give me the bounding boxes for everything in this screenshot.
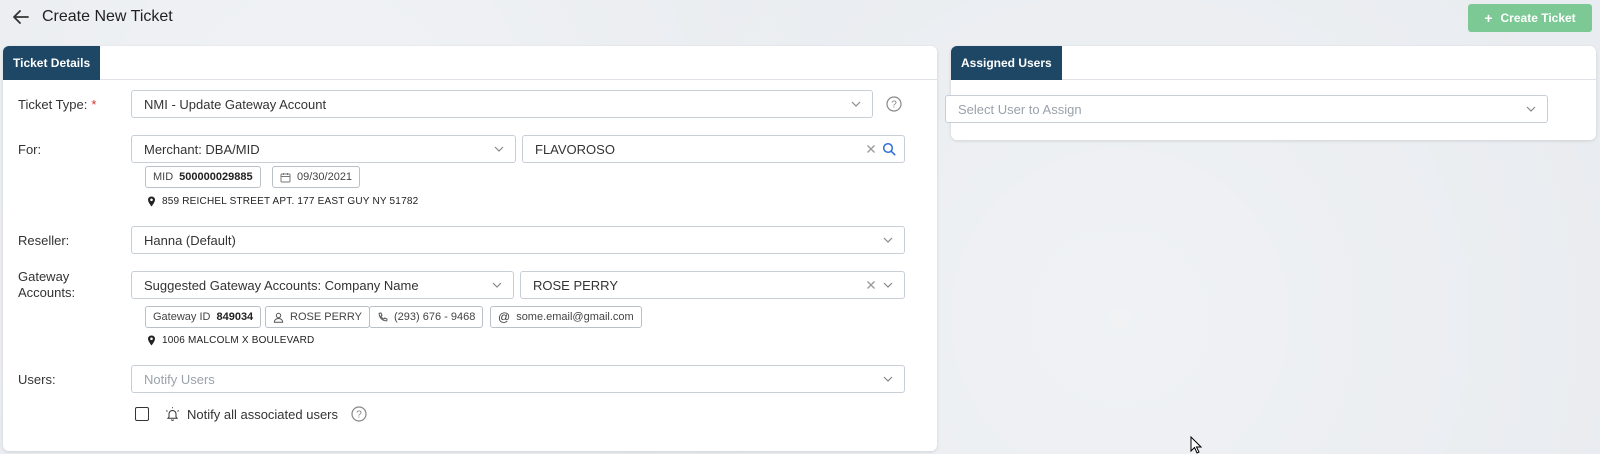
assign-user-placeholder: Select User to Assign <box>958 101 1082 117</box>
ticket-type-select[interactable]: NMI - Update Gateway Account <box>131 90 873 118</box>
clear-icon[interactable] <box>866 280 876 290</box>
for-type-select[interactable]: Merchant: DBA/MID <box>131 135 516 163</box>
back-arrow-icon[interactable] <box>10 6 32 28</box>
phone-icon <box>378 311 388 321</box>
gateway-accounts-label: Gateway Accounts: <box>18 269 75 301</box>
mid-badge: MID 500000029885 <box>145 166 261 188</box>
mouse-cursor-icon <box>1190 436 1202 454</box>
date-badge: 09/30/2021 <box>272 166 361 188</box>
merchant-address: 859 REICHEL STREET APT. 177 EAST GUY NY … <box>147 196 418 207</box>
gateway-accounts-label-line2: Accounts: <box>18 285 76 300</box>
gateway-id-prefix: Gateway ID <box>153 311 211 323</box>
calendar-icon <box>280 172 291 182</box>
phone-badge: (293) 676 - 9468 <box>369 306 484 328</box>
at-icon: @ <box>498 310 511 324</box>
chevron-down-icon <box>851 101 861 107</box>
gateway-accounts-label-line1: Gateway <box>18 269 70 284</box>
notify-all-checkbox[interactable] <box>135 407 149 421</box>
top-bar: Create New Ticket + Create Ticket <box>0 0 1600 36</box>
merchant-search-value: FLAVOROSO <box>535 141 615 157</box>
gateway-account-value: ROSE PERRY <box>533 277 619 293</box>
svg-text:?: ? <box>356 410 362 421</box>
phone-value: (293) 676 - 9468 <box>394 311 476 323</box>
email-badge: @ some.email@gmail.com <box>490 306 642 328</box>
search-icon[interactable] <box>882 142 896 156</box>
chevron-down-icon <box>883 282 893 288</box>
required-mark: * <box>91 97 97 112</box>
gateway-id-badge: Gateway ID 849034 <box>145 306 262 328</box>
mid-value: 500000029885 <box>179 171 253 183</box>
create-ticket-label: Create Ticket <box>1500 11 1576 25</box>
chevron-down-icon <box>883 237 893 243</box>
chevron-down-icon <box>883 376 893 382</box>
page-title: Create New Ticket <box>42 8 173 25</box>
gateway-id-value: 849034 <box>216 311 254 323</box>
reseller-select[interactable]: Hanna (Default) <box>131 226 905 254</box>
gateway-address-text: 1006 MALCOLM X BOULEVARD <box>162 335 315 346</box>
plus-icon: + <box>1484 10 1493 26</box>
notify-users-select[interactable]: Notify Users <box>131 365 905 393</box>
ticket-type-label-text: Ticket Type: <box>18 97 88 112</box>
help-icon[interactable]: ? <box>886 96 902 112</box>
email-value: some.email@gmail.com <box>516 311 634 323</box>
help-icon[interactable]: ? <box>351 406 367 422</box>
gateway-suggestion-select[interactable]: Suggested Gateway Accounts: Company Name <box>131 271 514 299</box>
date-value: 09/30/2021 <box>297 171 353 183</box>
ticket-type-label: Ticket Type: * <box>18 97 96 113</box>
tab-ticket-details[interactable]: Ticket Details <box>3 46 101 80</box>
map-pin-icon <box>148 335 155 346</box>
assigned-users-card: Assigned Users Select User to Assign <box>945 46 1596 140</box>
notify-all-text: Notify all associated users <box>187 406 339 422</box>
user-icon <box>273 312 284 323</box>
for-label: For: <box>18 142 42 157</box>
chevron-down-icon <box>1526 106 1536 112</box>
clear-icon[interactable] <box>866 144 876 154</box>
assign-user-select[interactable]: Select User to Assign <box>945 95 1548 123</box>
gateway-address: 1006 MALCOLM X BOULEVARD <box>147 335 314 346</box>
notify-users-placeholder: Notify Users <box>144 371 215 387</box>
bell-icon <box>165 406 180 421</box>
map-pin-icon <box>148 196 155 207</box>
gateway-suggestion-value: Suggested Gateway Accounts: Company Name <box>144 277 419 293</box>
mid-prefix: MID <box>153 171 174 183</box>
gateway-account-select[interactable]: ROSE PERRY <box>520 271 905 299</box>
for-type-value: Merchant: DBA/MID <box>144 141 260 157</box>
ticket-details-card: Ticket Details Ticket Type: * NMI - Updat… <box>3 46 937 451</box>
notify-all-label: Notify all associated users ? <box>165 406 367 422</box>
merchant-address-text: 859 REICHEL STREET APT. 177 EAST GUY NY … <box>162 196 419 207</box>
contact-name-badge: ROSE PERRY <box>265 306 370 328</box>
contact-name-value: ROSE PERRY <box>290 311 362 323</box>
svg-text:?: ? <box>891 100 897 111</box>
users-label: Users: <box>18 372 56 387</box>
reseller-value: Hanna (Default) <box>144 232 236 248</box>
tab-underline <box>3 79 937 80</box>
create-ticket-button[interactable]: + Create Ticket <box>1468 4 1592 32</box>
tab-assigned-users[interactable]: Assigned Users <box>951 46 1062 80</box>
chevron-down-icon <box>492 282 502 288</box>
reseller-label: Reseller: <box>18 233 70 248</box>
ticket-type-value: NMI - Update Gateway Account <box>144 96 327 112</box>
merchant-search-input[interactable]: FLAVOROSO <box>522 135 905 163</box>
chevron-down-icon <box>494 146 504 152</box>
